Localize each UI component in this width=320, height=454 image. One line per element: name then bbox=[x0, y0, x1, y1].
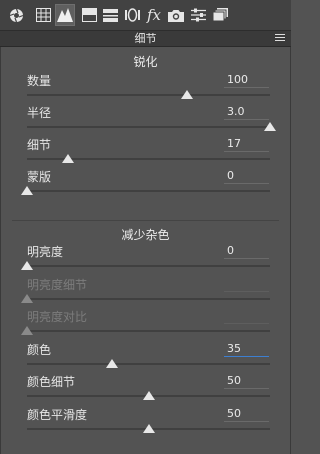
slider-value-input[interactable]: 35 bbox=[224, 342, 269, 357]
panel-header: 细节 bbox=[0, 31, 291, 47]
slider-label: 明亮度对比 bbox=[27, 310, 88, 324]
sliders-icon[interactable] bbox=[188, 4, 208, 26]
grid-icon[interactable] bbox=[33, 4, 53, 26]
slider-thumb[interactable] bbox=[62, 154, 75, 163]
mountain-icon[interactable] bbox=[55, 4, 75, 26]
panel-menu-icon[interactable] bbox=[275, 34, 285, 43]
slider-thumb[interactable] bbox=[21, 261, 33, 270]
camera-icon[interactable] bbox=[166, 4, 186, 26]
slider-thumb[interactable] bbox=[264, 122, 276, 131]
slider-value-input[interactable]: 0 bbox=[224, 169, 269, 184]
sharpening-section-title: 锐化 bbox=[133, 55, 158, 69]
slider-label: 颜色平滑度 bbox=[27, 407, 88, 422]
slider-value-input[interactable]: 100 bbox=[224, 73, 269, 88]
slider-thumb[interactable] bbox=[142, 391, 155, 400]
split-square-icon[interactable] bbox=[79, 4, 99, 26]
stack-icon[interactable] bbox=[210, 4, 230, 26]
lens-icon[interactable] bbox=[122, 4, 142, 26]
slider-value-input[interactable]: 50 bbox=[224, 407, 269, 422]
slider-label: 半径 bbox=[27, 106, 52, 120]
bars-icon[interactable] bbox=[100, 4, 120, 26]
slider-value-input[interactable]: 17 bbox=[224, 137, 269, 152]
aperture-icon[interactable] bbox=[6, 4, 26, 26]
panel-title: 细节 bbox=[134, 32, 157, 45]
fx-icon[interactable]: fx bbox=[144, 4, 164, 26]
slider-track bbox=[27, 297, 270, 300]
slider-track[interactable] bbox=[27, 265, 270, 267]
slider-value-input[interactable]: 0 bbox=[224, 244, 269, 259]
slider-track[interactable] bbox=[27, 126, 270, 128]
slider-label: 颜色细节 bbox=[27, 375, 76, 389]
toolbar: fx bbox=[0, 0, 291, 31]
slider-thumb[interactable] bbox=[181, 90, 194, 99]
slider-thumb bbox=[21, 293, 33, 303]
slider-label: 细节 bbox=[27, 138, 52, 152]
slider-value-input[interactable]: 3.0 bbox=[224, 105, 269, 120]
slider-track bbox=[27, 330, 270, 332]
slider-label: 明亮度 bbox=[27, 245, 64, 259]
slider-track[interactable] bbox=[27, 94, 270, 96]
section-divider bbox=[12, 220, 279, 221]
slider-thumb[interactable] bbox=[21, 186, 33, 195]
slider-track[interactable] bbox=[27, 362, 270, 365]
slider-thumb[interactable] bbox=[106, 358, 119, 368]
slider-value-input bbox=[224, 309, 269, 324]
noise-section-title: 减少杂色 bbox=[121, 228, 170, 242]
slider-value-input[interactable]: 50 bbox=[224, 374, 269, 389]
slider-label: 明亮度细节 bbox=[27, 277, 88, 292]
slider-track[interactable] bbox=[27, 190, 270, 192]
slider-thumb bbox=[21, 326, 33, 335]
slider-label: 数量 bbox=[27, 74, 52, 88]
slider-label: 颜色 bbox=[27, 342, 52, 357]
slider-value-input bbox=[224, 277, 269, 292]
slider-label: 蒙版 bbox=[27, 170, 52, 184]
slider-thumb[interactable] bbox=[142, 423, 155, 433]
